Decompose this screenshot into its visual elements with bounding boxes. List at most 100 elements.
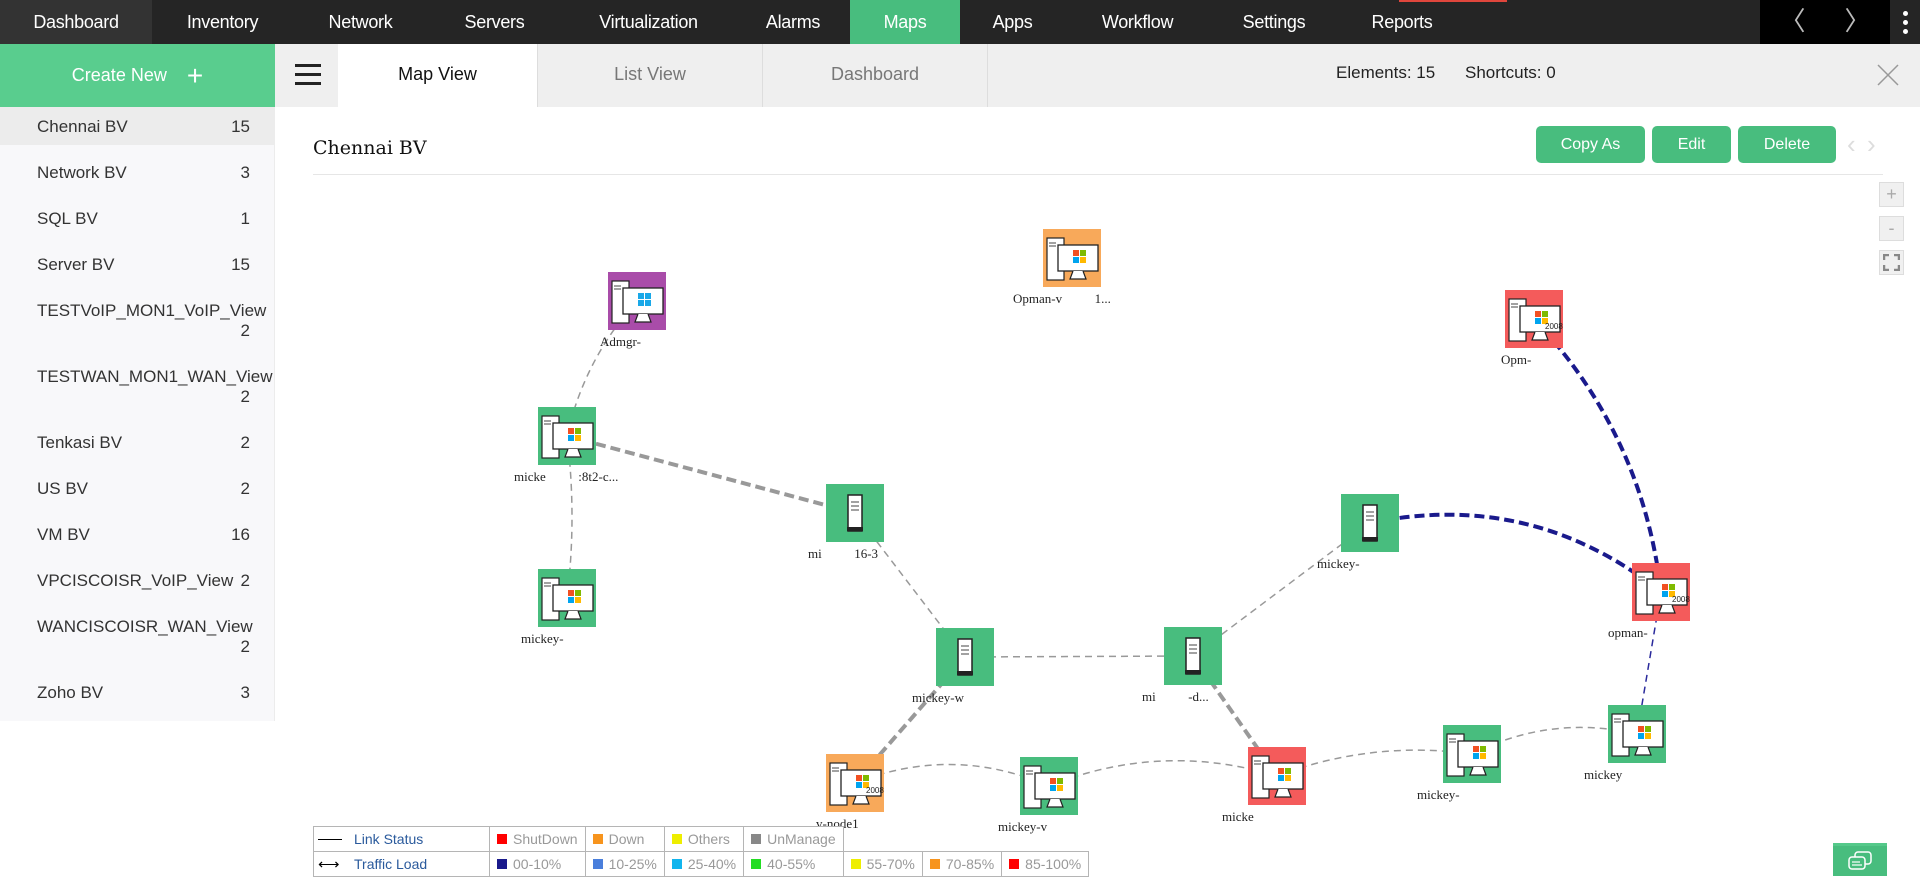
more-options-icon[interactable]	[1890, 0, 1920, 44]
swatch	[671, 834, 682, 844]
node-label: mickey-	[521, 631, 564, 646]
sidebar-item-testwan-mon1[interactable]: TESTWAN_MON1_WAN_View 2	[0, 349, 274, 415]
tab-list-view[interactable]: List View	[538, 44, 763, 107]
nav-reports[interactable]: Reports	[1338, 0, 1466, 44]
legend-load-85-100: 85-100%	[1001, 851, 1090, 877]
swatch	[929, 859, 940, 869]
sidebar: Chennai BV 15 Network BV 3 SQL BV 1 Serv…	[0, 107, 275, 721]
nav-workflow[interactable]: Workflow	[1065, 0, 1210, 44]
sidebar-item-label: Chennai BV	[37, 117, 128, 136]
hamburger-menu-icon[interactable]	[295, 64, 321, 86]
copy-as-button[interactable]: Copy As	[1536, 126, 1645, 163]
tab-dashboard[interactable]: Dashboard	[763, 44, 988, 107]
notification-indicator	[1399, 0, 1507, 2]
sidebar-item-count: 15	[231, 255, 250, 274]
sidebar-item-count: 3	[240, 163, 250, 182]
node-label: Opm-	[1501, 352, 1531, 367]
map-node[interactable]: mickey	[1584, 705, 1666, 782]
sidebar-item-label: Zoho BV	[37, 683, 104, 702]
nav-inventory[interactable]: Inventory	[152, 0, 293, 44]
network-map-canvas[interactable]: Admgr- Opman-v 1... 2008 Opm-micke :8t2-c..…	[275, 107, 1920, 876]
swatch	[671, 859, 682, 869]
fit-to-screen-icon[interactable]	[1879, 250, 1904, 275]
edit-button[interactable]: Edit	[1652, 126, 1731, 163]
map-legend: Link Status ShutDown Down Others UnManag…	[313, 826, 1090, 877]
map-node[interactable]: Opman-v 1...	[1013, 229, 1111, 306]
sidebar-item-count: 2	[240, 571, 250, 590]
tab-map-view[interactable]: Map View	[338, 44, 538, 107]
node-label: opman-	[1608, 625, 1648, 640]
svg-text:2008: 2008	[1672, 595, 1690, 604]
nav-virtualization[interactable]: Virtualization	[561, 0, 736, 44]
map-node[interactable]: micke	[1222, 747, 1306, 824]
node-label: mi -d...	[1142, 689, 1209, 704]
sidebar-item-us-bv[interactable]: US BV 2	[0, 461, 274, 507]
next-map-icon[interactable]: ›	[1867, 129, 1876, 160]
map-node[interactable]: mickey-w	[912, 628, 994, 705]
map-node[interactable]: Admgr-	[600, 272, 666, 349]
zoom-in-button[interactable]: +	[1879, 182, 1904, 207]
map-node[interactable]: mi -d...	[1142, 627, 1222, 704]
map-node[interactable]: mickey-	[1317, 494, 1399, 571]
legend-down: Down	[584, 826, 665, 852]
map-panel: Admgr- Opman-v 1... 2008 Opm-micke :8t2-c..…	[275, 107, 1920, 876]
sidebar-item-chennai-bv[interactable]: Chennai BV 15	[0, 107, 274, 145]
map-link[interactable]	[964, 655, 1194, 658]
nav-alarms[interactable]: Alarms	[736, 0, 850, 44]
double-arrow-icon: ⟷	[318, 856, 340, 873]
create-new-button[interactable]: Create New +	[0, 44, 275, 107]
nav-settings[interactable]: Settings	[1210, 0, 1338, 44]
sidebar-item-label: SQL BV	[37, 209, 98, 228]
node-label: micke :8t2-c...	[514, 469, 618, 484]
swatch	[751, 859, 762, 869]
sidebar-item-zoho-bv[interactable]: Zoho BV 3	[0, 665, 274, 711]
map-link[interactable]	[1369, 512, 1663, 594]
map-link[interactable]	[854, 763, 1050, 787]
chat-button[interactable]	[1833, 843, 1887, 876]
sidebar-item-count: 3	[240, 683, 250, 702]
map-node[interactable]: 2008v-node1	[816, 754, 884, 831]
zoom-out-button[interactable]: -	[1879, 216, 1904, 241]
sidebar-item-count: 2	[240, 433, 250, 452]
map-node[interactable]: mickey-	[1417, 725, 1501, 802]
swatch	[592, 834, 603, 844]
nav-network[interactable]: Network	[293, 0, 428, 44]
sidebar-item-label: WANCISCOISR_WAN_View	[37, 617, 253, 636]
chevron-right-icon[interactable]: 〉	[1825, 0, 1890, 44]
delete-button[interactable]: Delete	[1738, 126, 1836, 163]
sidebar-item-network-bv[interactable]: Network BV 3	[0, 145, 274, 191]
sidebar-item-server-bv[interactable]: Server BV 15	[0, 237, 274, 283]
nav-apps[interactable]: Apps	[960, 0, 1065, 44]
map-node[interactable]: 2008 opman-	[1608, 563, 1690, 640]
sidebar-item-count: 2	[240, 637, 250, 656]
map-node[interactable]: 2008 Opm-	[1501, 290, 1563, 367]
chevron-left-icon[interactable]: 〈	[1760, 0, 1825, 44]
sidebar-item-tenkasi-bv[interactable]: Tenkasi BV 2	[0, 415, 274, 461]
prev-map-icon[interactable]: ‹	[1847, 129, 1856, 160]
sidebar-item-vm-bv[interactable]: VM BV 16	[0, 507, 274, 553]
map-link[interactable]	[1276, 749, 1473, 777]
sidebar-item-testvoip-mon1[interactable]: TESTVoIP_MON1_VoIP_View 2	[0, 283, 274, 349]
legend-load-70-85: 70-85%	[921, 851, 1003, 877]
map-node[interactable]: mickey-	[521, 569, 596, 646]
nav-servers[interactable]: Servers	[428, 0, 561, 44]
map-node[interactable]: mi 16-3	[808, 484, 884, 561]
solid-line-icon	[318, 839, 342, 840]
sidebar-item-label: Tenkasi BV	[37, 433, 123, 452]
nav-maps[interactable]: Maps	[850, 0, 960, 44]
sidebar-item-count: 15	[231, 117, 250, 136]
sidebar-item-vpciscoisr-voip[interactable]: VPCISCOISR_VoIP_View 2	[0, 553, 274, 599]
sidebar-item-wanciscoisr-wan[interactable]: WANCISCOISR_WAN_View 2	[0, 599, 274, 665]
legend-load-10-25: 10-25%	[584, 851, 665, 877]
map-node[interactable]: mickey-v	[998, 757, 1078, 834]
divider	[313, 174, 1883, 175]
sidebar-empty-area	[0, 721, 275, 876]
legend-link-status: Link Status	[313, 826, 490, 852]
nav-dashboard[interactable]: Dashboard	[0, 0, 152, 44]
sidebar-item-count: 2	[240, 479, 250, 498]
close-icon[interactable]	[1875, 62, 1901, 88]
server-icon	[1185, 637, 1201, 675]
node-label: mickey-	[1417, 787, 1460, 802]
sidebar-item-sql-bv[interactable]: SQL BV 1	[0, 191, 274, 237]
map-link[interactable]	[1048, 759, 1278, 787]
